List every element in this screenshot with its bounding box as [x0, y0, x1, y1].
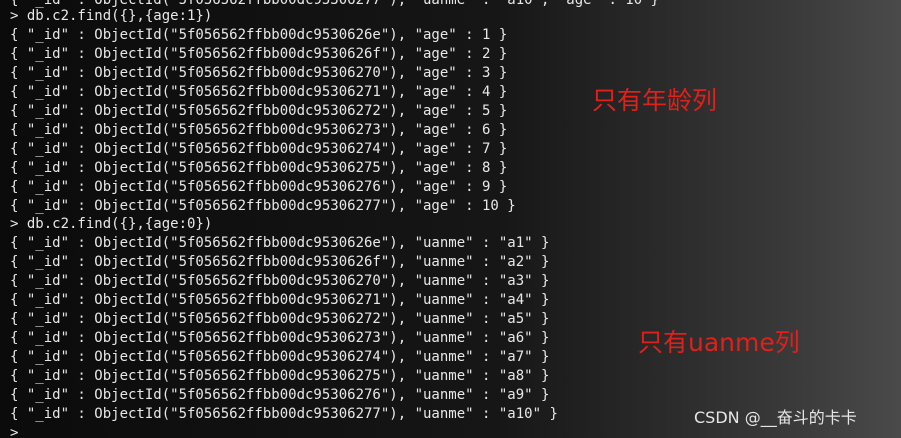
output-line: { "_id" : ObjectId("5f056562ffbb00dc9530…	[10, 46, 508, 62]
command-line: > db.c2.find({},{age:1})	[10, 8, 213, 24]
prompt-line: >	[10, 425, 19, 438]
output-line: { "_id" : ObjectId("5f056562ffbb00dc9530…	[10, 254, 550, 270]
output-line: { "_id" : ObjectId("5f056562ffbb00dc9530…	[10, 198, 516, 214]
output-line: { "_id" : ObjectId("5f056562ffbb00dc9530…	[10, 330, 550, 346]
output-line: { "_id" : ObjectId("5f056562ffbb00dc9530…	[10, 368, 550, 384]
annotation-age-only: 只有年龄列	[592, 86, 718, 115]
annotation-uanme-only: 只有uanme列	[638, 328, 800, 357]
output-line: { "_id" : ObjectId("5f056562ffbb00dc9530…	[10, 179, 508, 195]
output-line: { "_id" : ObjectId("5f056562ffbb00dc9530…	[10, 235, 550, 251]
output-line: { "_id" : ObjectId("5f056562ffbb00dc9530…	[10, 122, 508, 138]
output-line: { "_id" : ObjectId("5f056562ffbb00dc9530…	[10, 387, 550, 403]
output-line: { "_id" : ObjectId("5f056562ffbb00dc9530…	[10, 141, 508, 157]
output-line: { "_id" : ObjectId("5f056562ffbb00dc9530…	[10, 273, 550, 289]
output-line: { "_id" : ObjectId("5f056562ffbb00dc9530…	[10, 311, 550, 327]
terminal-screenshot: { "_id" : ObjectId("5f056562ffbb00dc9530…	[0, 0, 901, 438]
output-line: { "_id" : ObjectId("5f056562ffbb00dc9530…	[10, 27, 508, 43]
output-line: { "_id" : ObjectId("5f056562ffbb00dc9530…	[10, 292, 550, 308]
output-line: { "_id" : ObjectId("5f056562ffbb00dc9530…	[10, 65, 508, 81]
output-line: { "_id" : ObjectId("5f056562ffbb00dc9530…	[10, 103, 508, 119]
command-line: > db.c2.find({},{age:0})	[10, 216, 213, 232]
output-line: { "_id" : ObjectId("5f056562ffbb00dc9530…	[10, 349, 550, 365]
output-line: { "_id" : ObjectId("5f056562ffbb00dc9530…	[10, 160, 508, 176]
output-line: { "_id" : ObjectId("5f056562ffbb00dc9530…	[10, 84, 508, 100]
csdn-watermark: CSDN @__奋斗的卡卡	[694, 408, 857, 427]
output-line: { "_id" : ObjectId("5f056562ffbb00dc9530…	[10, 406, 558, 422]
